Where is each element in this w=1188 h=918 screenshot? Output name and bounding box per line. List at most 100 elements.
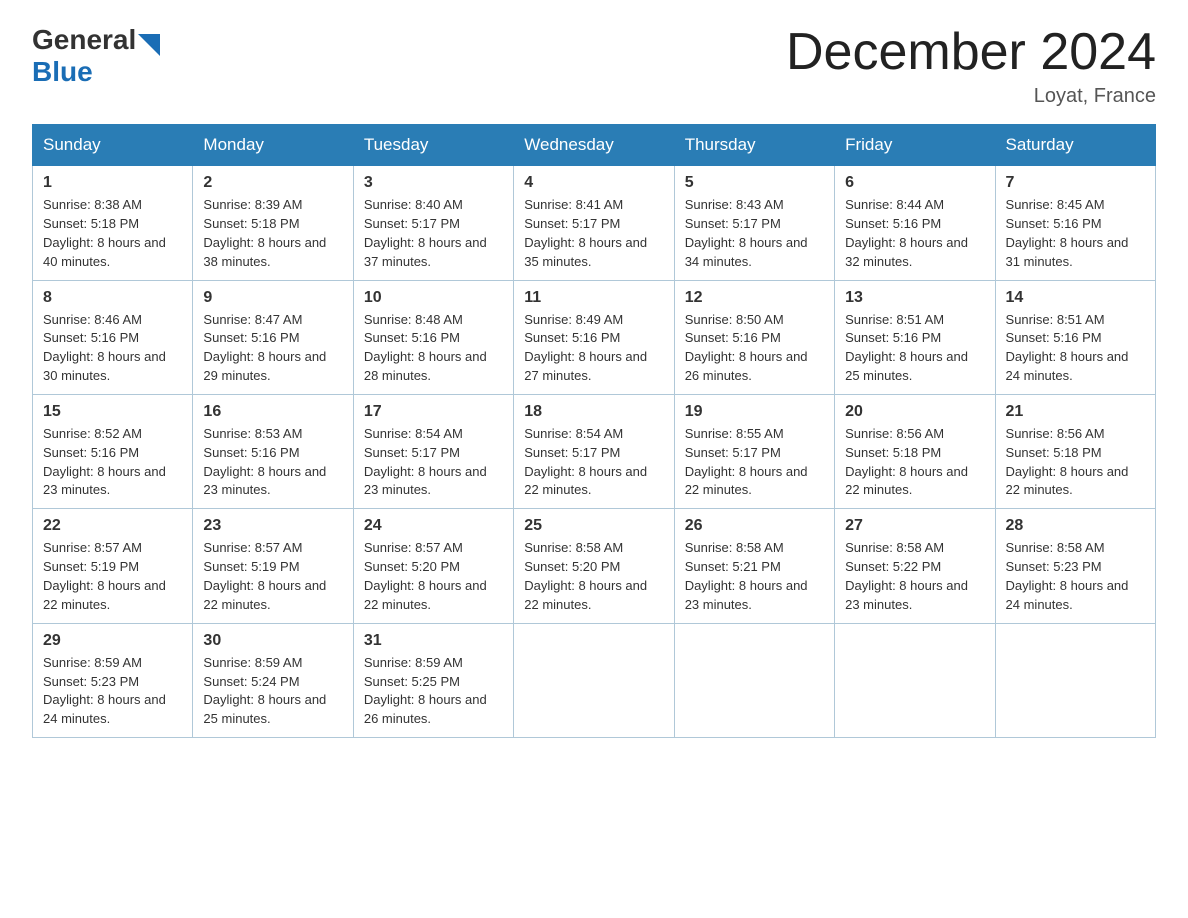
day-number: 31 bbox=[364, 632, 503, 650]
calendar-cell: 9 Sunrise: 8:47 AMSunset: 5:16 PMDayligh… bbox=[193, 280, 353, 394]
day-info: Sunrise: 8:53 AMSunset: 5:16 PMDaylight:… bbox=[203, 426, 326, 498]
calendar-cell: 24 Sunrise: 8:57 AMSunset: 5:20 PMDaylig… bbox=[353, 509, 513, 623]
calendar-cell: 1 Sunrise: 8:38 AMSunset: 5:18 PMDayligh… bbox=[33, 166, 193, 280]
day-info: Sunrise: 8:45 AMSunset: 5:16 PMDaylight:… bbox=[1006, 197, 1129, 269]
day-number: 21 bbox=[1006, 403, 1145, 421]
calendar-week-4: 22 Sunrise: 8:57 AMSunset: 5:19 PMDaylig… bbox=[33, 509, 1156, 623]
calendar-header: SundayMondayTuesdayWednesdayThursdayFrid… bbox=[33, 125, 1156, 166]
day-info: Sunrise: 8:59 AMSunset: 5:25 PMDaylight:… bbox=[364, 655, 487, 727]
calendar-cell: 13 Sunrise: 8:51 AMSunset: 5:16 PMDaylig… bbox=[835, 280, 995, 394]
day-number: 28 bbox=[1006, 517, 1145, 535]
day-info: Sunrise: 8:39 AMSunset: 5:18 PMDaylight:… bbox=[203, 197, 326, 269]
calendar-cell: 21 Sunrise: 8:56 AMSunset: 5:18 PMDaylig… bbox=[995, 394, 1155, 508]
calendar-cell: 8 Sunrise: 8:46 AMSunset: 5:16 PMDayligh… bbox=[33, 280, 193, 394]
calendar-week-2: 8 Sunrise: 8:46 AMSunset: 5:16 PMDayligh… bbox=[33, 280, 1156, 394]
calendar-cell: 2 Sunrise: 8:39 AMSunset: 5:18 PMDayligh… bbox=[193, 166, 353, 280]
calendar-week-3: 15 Sunrise: 8:52 AMSunset: 5:16 PMDaylig… bbox=[33, 394, 1156, 508]
month-year-title: December 2024 bbox=[786, 24, 1156, 81]
calendar-cell: 25 Sunrise: 8:58 AMSunset: 5:20 PMDaylig… bbox=[514, 509, 674, 623]
day-info: Sunrise: 8:57 AMSunset: 5:20 PMDaylight:… bbox=[364, 540, 487, 612]
calendar-body: 1 Sunrise: 8:38 AMSunset: 5:18 PMDayligh… bbox=[33, 166, 1156, 738]
day-info: Sunrise: 8:56 AMSunset: 5:18 PMDaylight:… bbox=[1006, 426, 1129, 498]
day-info: Sunrise: 8:46 AMSunset: 5:16 PMDaylight:… bbox=[43, 312, 166, 384]
calendar-cell: 18 Sunrise: 8:54 AMSunset: 5:17 PMDaylig… bbox=[514, 394, 674, 508]
calendar-cell bbox=[835, 623, 995, 737]
day-number: 1 bbox=[43, 174, 182, 192]
calendar-cell: 14 Sunrise: 8:51 AMSunset: 5:16 PMDaylig… bbox=[995, 280, 1155, 394]
day-info: Sunrise: 8:54 AMSunset: 5:17 PMDaylight:… bbox=[524, 426, 647, 498]
day-number: 25 bbox=[524, 517, 663, 535]
calendar-cell: 26 Sunrise: 8:58 AMSunset: 5:21 PMDaylig… bbox=[674, 509, 834, 623]
weekday-header-wednesday: Wednesday bbox=[514, 125, 674, 166]
day-number: 5 bbox=[685, 174, 824, 192]
day-number: 6 bbox=[845, 174, 984, 192]
day-number: 23 bbox=[203, 517, 342, 535]
day-number: 30 bbox=[203, 632, 342, 650]
day-number: 2 bbox=[203, 174, 342, 192]
day-info: Sunrise: 8:52 AMSunset: 5:16 PMDaylight:… bbox=[43, 426, 166, 498]
day-number: 24 bbox=[364, 517, 503, 535]
day-info: Sunrise: 8:38 AMSunset: 5:18 PMDaylight:… bbox=[43, 197, 166, 269]
day-info: Sunrise: 8:57 AMSunset: 5:19 PMDaylight:… bbox=[43, 540, 166, 612]
page-header: General Blue December 2024 Loyat, France bbox=[32, 24, 1156, 108]
calendar-cell: 16 Sunrise: 8:53 AMSunset: 5:16 PMDaylig… bbox=[193, 394, 353, 508]
calendar-cell: 6 Sunrise: 8:44 AMSunset: 5:16 PMDayligh… bbox=[835, 166, 995, 280]
logo: General Blue bbox=[32, 24, 160, 88]
day-number: 12 bbox=[685, 289, 824, 307]
day-info: Sunrise: 8:59 AMSunset: 5:24 PMDaylight:… bbox=[203, 655, 326, 727]
weekday-header-row: SundayMondayTuesdayWednesdayThursdayFrid… bbox=[33, 125, 1156, 166]
day-info: Sunrise: 8:43 AMSunset: 5:17 PMDaylight:… bbox=[685, 197, 808, 269]
day-number: 8 bbox=[43, 289, 182, 307]
day-number: 16 bbox=[203, 403, 342, 421]
weekday-header-tuesday: Tuesday bbox=[353, 125, 513, 166]
calendar-cell: 22 Sunrise: 8:57 AMSunset: 5:19 PMDaylig… bbox=[33, 509, 193, 623]
calendar-cell: 29 Sunrise: 8:59 AMSunset: 5:23 PMDaylig… bbox=[33, 623, 193, 737]
day-number: 13 bbox=[845, 289, 984, 307]
weekday-header-saturday: Saturday bbox=[995, 125, 1155, 166]
day-number: 10 bbox=[364, 289, 503, 307]
calendar-cell: 12 Sunrise: 8:50 AMSunset: 5:16 PMDaylig… bbox=[674, 280, 834, 394]
calendar-cell: 28 Sunrise: 8:58 AMSunset: 5:23 PMDaylig… bbox=[995, 509, 1155, 623]
weekday-header-sunday: Sunday bbox=[33, 125, 193, 166]
calendar-cell: 23 Sunrise: 8:57 AMSunset: 5:19 PMDaylig… bbox=[193, 509, 353, 623]
day-number: 19 bbox=[685, 403, 824, 421]
day-info: Sunrise: 8:44 AMSunset: 5:16 PMDaylight:… bbox=[845, 197, 968, 269]
calendar-cell: 27 Sunrise: 8:58 AMSunset: 5:22 PMDaylig… bbox=[835, 509, 995, 623]
day-info: Sunrise: 8:56 AMSunset: 5:18 PMDaylight:… bbox=[845, 426, 968, 498]
day-number: 18 bbox=[524, 403, 663, 421]
calendar-cell: 7 Sunrise: 8:45 AMSunset: 5:16 PMDayligh… bbox=[995, 166, 1155, 280]
day-info: Sunrise: 8:41 AMSunset: 5:17 PMDaylight:… bbox=[524, 197, 647, 269]
day-number: 26 bbox=[685, 517, 824, 535]
day-info: Sunrise: 8:40 AMSunset: 5:17 PMDaylight:… bbox=[364, 197, 487, 269]
day-number: 29 bbox=[43, 632, 182, 650]
day-info: Sunrise: 8:58 AMSunset: 5:22 PMDaylight:… bbox=[845, 540, 968, 612]
day-info: Sunrise: 8:54 AMSunset: 5:17 PMDaylight:… bbox=[364, 426, 487, 498]
day-number: 17 bbox=[364, 403, 503, 421]
title-area: December 2024 Loyat, France bbox=[786, 24, 1156, 108]
day-info: Sunrise: 8:59 AMSunset: 5:23 PMDaylight:… bbox=[43, 655, 166, 727]
day-number: 9 bbox=[203, 289, 342, 307]
calendar-cell: 10 Sunrise: 8:48 AMSunset: 5:16 PMDaylig… bbox=[353, 280, 513, 394]
logo-general-text: General bbox=[32, 24, 136, 56]
day-info: Sunrise: 8:47 AMSunset: 5:16 PMDaylight:… bbox=[203, 312, 326, 384]
calendar-cell: 31 Sunrise: 8:59 AMSunset: 5:25 PMDaylig… bbox=[353, 623, 513, 737]
calendar-cell bbox=[514, 623, 674, 737]
weekday-header-thursday: Thursday bbox=[674, 125, 834, 166]
calendar-week-1: 1 Sunrise: 8:38 AMSunset: 5:18 PMDayligh… bbox=[33, 166, 1156, 280]
calendar-cell: 20 Sunrise: 8:56 AMSunset: 5:18 PMDaylig… bbox=[835, 394, 995, 508]
day-info: Sunrise: 8:55 AMSunset: 5:17 PMDaylight:… bbox=[685, 426, 808, 498]
day-number: 14 bbox=[1006, 289, 1145, 307]
day-number: 7 bbox=[1006, 174, 1145, 192]
day-number: 27 bbox=[845, 517, 984, 535]
day-info: Sunrise: 8:49 AMSunset: 5:16 PMDaylight:… bbox=[524, 312, 647, 384]
calendar-week-5: 29 Sunrise: 8:59 AMSunset: 5:23 PMDaylig… bbox=[33, 623, 1156, 737]
day-number: 3 bbox=[364, 174, 503, 192]
day-info: Sunrise: 8:51 AMSunset: 5:16 PMDaylight:… bbox=[845, 312, 968, 384]
calendar-cell: 4 Sunrise: 8:41 AMSunset: 5:17 PMDayligh… bbox=[514, 166, 674, 280]
calendar-table: SundayMondayTuesdayWednesdayThursdayFrid… bbox=[32, 124, 1156, 738]
day-number: 11 bbox=[524, 289, 663, 307]
calendar-cell bbox=[995, 623, 1155, 737]
day-info: Sunrise: 8:50 AMSunset: 5:16 PMDaylight:… bbox=[685, 312, 808, 384]
day-info: Sunrise: 8:58 AMSunset: 5:21 PMDaylight:… bbox=[685, 540, 808, 612]
calendar-cell bbox=[674, 623, 834, 737]
